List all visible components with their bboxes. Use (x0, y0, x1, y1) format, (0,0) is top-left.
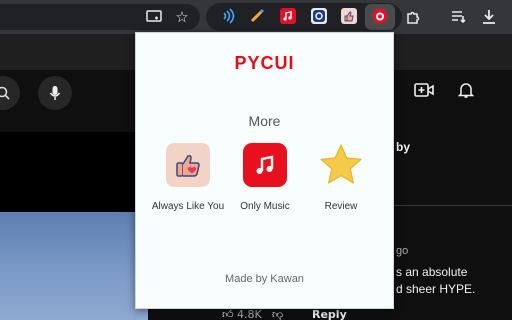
app-label: Always Like You (151, 201, 225, 212)
microphone-icon[interactable] (38, 76, 72, 110)
pycui-extension-icon[interactable] (372, 8, 388, 24)
video-thumbnail[interactable] (0, 212, 148, 320)
bookmark-star-icon[interactable]: ☆ (171, 6, 193, 28)
comment-fragment: by (396, 140, 411, 154)
popup-title: PYCUI (234, 53, 295, 73)
pencil-extension-icon[interactable] (249, 8, 265, 24)
app-label: Review (324, 201, 358, 212)
extension-popup: PYCUI More Always Like You Only Music Re… (135, 32, 394, 309)
download-icon[interactable] (478, 6, 500, 28)
app-label: Only Music (240, 201, 290, 212)
address-bar[interactable] (0, 4, 200, 30)
thumbs-up-heart-icon (166, 143, 210, 187)
thumbs-down-icon[interactable]: 👎︎ (272, 308, 283, 320)
notifications-bell-icon[interactable] (457, 81, 475, 103)
comment-fragment: go (396, 245, 409, 257)
comment-fragment: d sheer HYPE. (396, 282, 476, 296)
reply-button[interactable]: Reply (312, 308, 347, 320)
reading-list-icon[interactable] (448, 6, 470, 28)
browser-toolbar: ☆ (0, 0, 512, 34)
app-extension-icon[interactable] (311, 8, 327, 24)
app-review[interactable]: Review (299, 143, 383, 212)
music-note-icon (243, 143, 287, 187)
like-count: 4.8K (237, 308, 262, 320)
popup-footer: Made by Kawan (225, 273, 304, 285)
cast-icon[interactable] (143, 6, 165, 28)
create-video-icon[interactable] (414, 82, 434, 102)
thumbs-up-icon: 👍︎ (222, 308, 234, 320)
comment-fragment: s an absolute (396, 265, 468, 279)
thumbs-up-extension-icon[interactable] (341, 8, 357, 24)
divider (394, 205, 512, 206)
app-always-like-you[interactable]: Always Like You (146, 143, 230, 212)
app-only-music[interactable]: Only Music (223, 143, 307, 212)
extensions-puzzle-icon[interactable] (402, 6, 424, 28)
like-button[interactable]: 👍︎ 4.8K (222, 308, 262, 320)
sound-wave-extension-icon[interactable] (220, 8, 236, 24)
section-heading: More (248, 113, 281, 129)
video-player[interactable] (0, 132, 148, 212)
star-icon (319, 143, 363, 187)
music-extension-icon[interactable] (280, 8, 296, 24)
